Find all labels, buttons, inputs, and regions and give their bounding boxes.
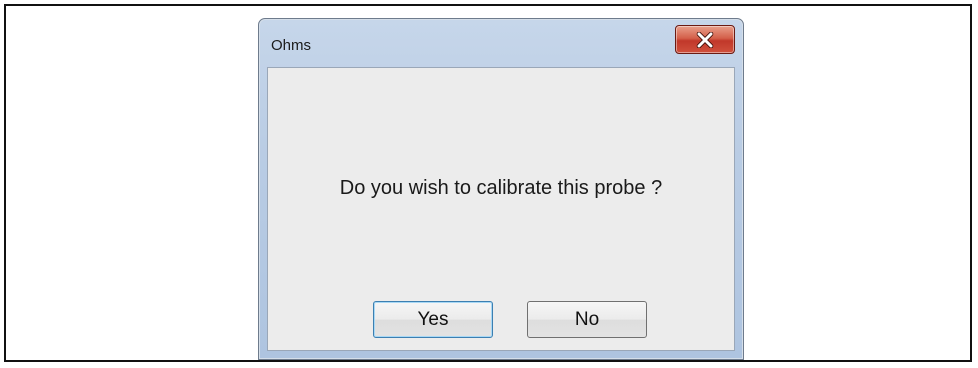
no-button[interactable]: No (527, 301, 647, 338)
close-button[interactable] (675, 25, 735, 54)
dialog-title: Ohms (271, 37, 312, 54)
yes-button[interactable]: Yes (373, 301, 493, 338)
dialog-message: Do you wish to calibrate this probe ? (339, 177, 663, 199)
ohms-dialog-window: Ohms Do you wish to calibrate this probe… (258, 18, 744, 360)
dialog-content: Do you wish to calibrate this probe ? Ye… (267, 67, 735, 351)
close-x-icon (696, 31, 714, 48)
screenshot-frame: Ohms Do you wish to calibrate this probe… (4, 4, 972, 362)
dialog-title-bar[interactable]: Ohms (259, 19, 743, 67)
